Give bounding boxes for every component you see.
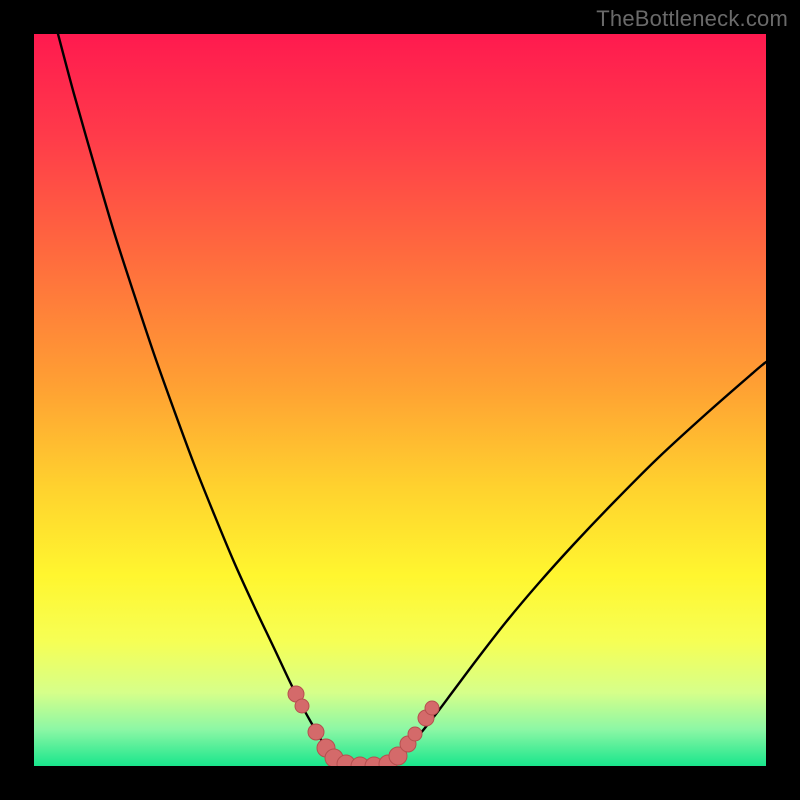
gradient-background (34, 34, 766, 766)
marker-dot (425, 701, 439, 715)
bottleneck-chart (34, 34, 766, 766)
watermark-text: TheBottleneck.com (596, 6, 788, 32)
marker-dot (308, 724, 324, 740)
marker-dot (295, 699, 309, 713)
marker-dot (408, 727, 422, 741)
plot-area (34, 34, 766, 766)
outer-frame: TheBottleneck.com (0, 0, 800, 800)
